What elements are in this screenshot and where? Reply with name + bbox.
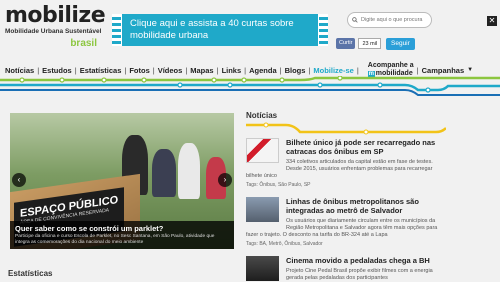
news-title[interactable]: Cinema movido a pedaladas chega a BH	[286, 256, 446, 265]
nav-item-noticias[interactable]: Notícias	[5, 66, 34, 75]
nav-separator: |	[216, 65, 219, 75]
news-item[interactable]: Linhas de ônibus metropolitanos são inte…	[246, 197, 446, 247]
nav-separator: |	[74, 65, 77, 75]
nav-item-fotos[interactable]: Fotos	[129, 66, 149, 75]
featured-carousel[interactable]: ESPAÇO PÚBLICO ÁREA DE CONVIVÊNCIA RESER…	[10, 113, 234, 249]
nav-separator: |	[279, 65, 282, 75]
carousel-prev-button[interactable]: ‹	[12, 173, 26, 187]
curtas-banner[interactable]: Clique aqui e assista a 40 curtas sobre …	[112, 14, 328, 46]
news-item[interactable]: Bilhete único já pode ser recarregado na…	[246, 138, 446, 188]
logo-country: brasil	[70, 38, 97, 49]
nav-separator: |	[244, 65, 247, 75]
film-strip-right	[318, 14, 328, 46]
news-title[interactable]: Bilhete único já pode ser recarregado na…	[286, 138, 446, 156]
close-icon[interactable]: ✕	[487, 16, 497, 26]
nav-item-campanhas[interactable]: Campanhas	[422, 66, 465, 75]
acompanhe-line1: Acompanhe a	[367, 62, 414, 69]
nav-item-blogs[interactable]: Blogs	[285, 66, 306, 75]
news-thumbnail[interactable]	[246, 256, 279, 281]
search-input[interactable]	[361, 17, 431, 23]
twitter-follow-button[interactable]: Seguir	[386, 38, 415, 50]
nav-item-videos[interactable]: Vídeos	[158, 66, 183, 75]
carousel-headline[interactable]: Quer saber como se constrói um parklet?	[15, 224, 229, 233]
nav-separator: |	[185, 65, 188, 75]
nav-separator: |	[37, 65, 40, 75]
banner-text: Clique aqui e assista a 40 curtas sobre …	[130, 18, 294, 41]
nav-separator: |	[416, 65, 419, 75]
search-box[interactable]	[347, 12, 432, 28]
nav-separator: |	[152, 65, 155, 75]
nav-separator: |	[308, 65, 311, 75]
news-summary-continued: bilhete único	[246, 173, 277, 179]
film-strip-left	[112, 14, 122, 46]
facebook-like-button[interactable]: Curtir	[336, 38, 356, 49]
news-thumbnail[interactable]	[246, 197, 279, 222]
news-thumbnail[interactable]	[246, 138, 279, 163]
transit-lines-decoration	[0, 76, 500, 96]
nav-item-agenda[interactable]: Agenda	[249, 66, 277, 75]
carousel-caption[interactable]: Quer saber como se constrói um parklet? …	[10, 221, 234, 249]
logo-word: mobilize	[5, 3, 106, 28]
nav-separator: |	[124, 65, 127, 75]
facebook-like-widget[interactable]: Curtir 23 mil	[336, 38, 382, 49]
news-summary-continued: fazer o trajeto. O desconto na tarifa do…	[246, 232, 388, 238]
nav-item-mobilize-se[interactable]: Mobilize-se	[313, 66, 353, 75]
news-item[interactable]: Cinema movido a pedaladas chega a BH Pro…	[246, 256, 446, 282]
stats-section-title: Estatísticas	[8, 269, 53, 278]
nav-item-estatisticas[interactable]: Estatísticas	[80, 66, 122, 75]
news-title[interactable]: Linhas de ônibus metropolitanos são inte…	[286, 197, 446, 215]
news-tags: Tags: BA, Metrô, Ônibus, Salvador	[246, 241, 323, 247]
nav-item-estudos[interactable]: Estudos	[42, 66, 72, 75]
search-icon	[352, 17, 358, 23]
carousel-next-button[interactable]: ›	[218, 173, 232, 187]
chevron-down-icon[interactable]: ▼	[467, 67, 473, 73]
mobilize-logo[interactable]: mobilize Mobilidade Urbana Sustentável b…	[5, 3, 106, 52]
nav-separator: |	[356, 65, 359, 75]
carousel-caption-text: Participe da oficina e curso Escola de P…	[15, 234, 215, 245]
logo-subtitle: Mobilidade Urbana Sustentável	[5, 28, 102, 35]
facebook-like-count: 23 mil	[358, 38, 382, 49]
nav-item-mapas[interactable]: Mapas	[190, 66, 213, 75]
nav-item-links[interactable]: Links	[222, 66, 242, 75]
news-summary: Os usuários que diariamente circulam ent…	[286, 218, 438, 231]
news-section-title: Notícias	[246, 111, 278, 120]
news-summary: Projeto Cine Pedal Brasil propõe exibir …	[286, 268, 433, 281]
news-summary: 334 coletivos articulados da capital est…	[286, 159, 433, 172]
news-line-decoration	[246, 122, 446, 135]
news-tags: Tags: Ônibus, São Paulo, SP	[246, 182, 311, 188]
